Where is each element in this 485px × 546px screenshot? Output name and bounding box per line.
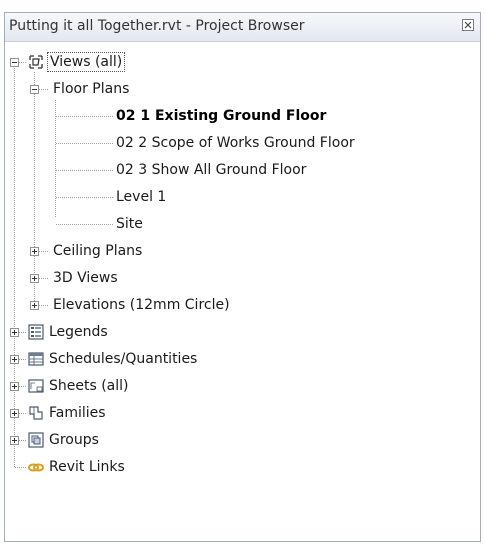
- expand-toggle-ceiling-plans[interactable]: [30, 247, 39, 256]
- title-bar[interactable]: Putting it all Together.rvt - Project Br…: [5, 13, 480, 42]
- views-icon: [29, 55, 43, 69]
- tree-item-floor-plan-3[interactable]: 02 3 Show All Ground Floor: [116, 159, 306, 181]
- tree-item-label: 02 3 Show All Ground Floor: [116, 162, 307, 178]
- tree-item-site[interactable]: Site: [116, 213, 143, 235]
- tree-item-label: 02 2 Scope of Works Ground Floor: [116, 135, 355, 151]
- tree-item-label: Level 1: [116, 189, 167, 205]
- tree-item-label: Sheets (all): [49, 378, 129, 394]
- tree-item-label: Groups: [49, 432, 99, 448]
- tree-item-legends[interactable]: Legends: [49, 321, 108, 343]
- tree-item-3d-views[interactable]: 3D Views: [53, 267, 118, 289]
- close-button[interactable]: [462, 19, 474, 31]
- close-icon: [464, 21, 472, 29]
- collapse-toggle-views[interactable]: [10, 58, 19, 67]
- expand-toggle-schedules[interactable]: [10, 355, 19, 364]
- tree-item-label: Ceiling Plans: [53, 243, 143, 259]
- group-icon: [28, 432, 44, 448]
- sheet-icon: [28, 379, 44, 393]
- tree-item-label: Schedules/Quantities: [49, 351, 198, 367]
- tree-item-label: Floor Plans: [53, 81, 130, 97]
- tree-item-families[interactable]: Families: [49, 402, 106, 424]
- tree-item-elevations[interactable]: Elevations (12mm Circle): [53, 294, 230, 316]
- tree-item-sheets[interactable]: Sheets (all): [49, 375, 129, 397]
- window-title: Putting it all Together.rvt - Project Br…: [9, 18, 305, 34]
- family-icon: [29, 406, 43, 420]
- tree-item-label: Site: [116, 216, 143, 232]
- browser-tree: Views (all) Floor Plans 02 1 Existing Gr…: [5, 42, 480, 541]
- tree-item-floor-plan-1[interactable]: 02 1 Existing Ground Floor: [116, 105, 326, 127]
- expand-toggle-families[interactable]: [10, 409, 19, 418]
- tree-item-label: Revit Links: [49, 459, 125, 475]
- expand-toggle-sheets[interactable]: [10, 382, 19, 391]
- tree-item-floor-plans[interactable]: Floor Plans: [53, 78, 129, 100]
- tree-item-label: Elevations (12mm Circle): [53, 297, 230, 313]
- tree-item-label: 02 1 Existing Ground Floor: [116, 108, 327, 124]
- expand-toggle-elevations[interactable]: [30, 301, 39, 310]
- tree-item-schedules[interactable]: Schedules/Quantities: [49, 348, 197, 370]
- tree-item-views-all[interactable]: Views (all): [47, 51, 126, 73]
- tree-item-revit-links[interactable]: Revit Links: [49, 456, 125, 478]
- schedule-icon: [28, 352, 44, 366]
- tree-item-groups[interactable]: Groups: [49, 429, 99, 451]
- tree-item-floor-plan-2[interactable]: 02 2 Scope of Works Ground Floor: [116, 132, 355, 154]
- collapse-toggle-floor-plans[interactable]: [30, 85, 39, 94]
- tree-item-level-1[interactable]: Level 1: [116, 186, 166, 208]
- tree-item-label: Legends: [49, 324, 108, 340]
- legend-icon: [28, 324, 44, 340]
- tree-item-label: Views (all): [47, 52, 126, 72]
- expand-toggle-groups[interactable]: [10, 436, 19, 445]
- tree-item-label: 3D Views: [53, 270, 118, 286]
- tree-item-label: Families: [49, 405, 106, 421]
- expand-toggle-3d-views[interactable]: [30, 274, 39, 283]
- tree-item-ceiling-plans[interactable]: Ceiling Plans: [53, 240, 142, 262]
- link-icon: [28, 463, 44, 472]
- project-browser-window: Putting it all Together.rvt - Project Br…: [4, 12, 481, 542]
- expand-toggle-legends[interactable]: [10, 328, 19, 337]
